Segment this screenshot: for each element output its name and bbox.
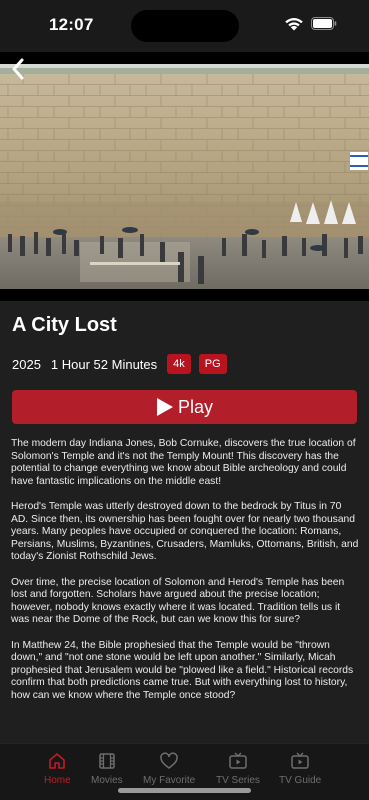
tab-my-favorite[interactable]: My Favorite bbox=[143, 751, 195, 786]
tab-label: My Favorite bbox=[143, 775, 196, 786]
play-button[interactable]: Play bbox=[12, 390, 357, 424]
chevron-left-icon bbox=[12, 58, 24, 80]
status-time: 12:07 bbox=[49, 15, 94, 34]
dynamic-island bbox=[131, 10, 239, 42]
tab-label: TV Guide bbox=[279, 775, 322, 786]
movie-hero-image bbox=[0, 52, 369, 301]
description-paragraph: In Matthew 24, the Bible prophesied that… bbox=[11, 639, 354, 701]
quality-badge: 4k bbox=[167, 354, 191, 374]
movie-year: 2025 bbox=[12, 356, 41, 372]
battery-icon bbox=[311, 17, 337, 30]
description-paragraph: The modern day Indiana Jones, Bob Cornuk… bbox=[11, 438, 356, 487]
rating-badge: PG bbox=[198, 354, 227, 374]
play-icon bbox=[156, 398, 173, 416]
tab-tv-guide[interactable]: TV Guide bbox=[279, 751, 321, 786]
tab-label: Home bbox=[44, 775, 71, 786]
heart-icon bbox=[160, 752, 178, 769]
wifi-icon bbox=[285, 18, 303, 31]
tab-home[interactable]: Home bbox=[44, 751, 71, 786]
movie-description: The modern day Indiana Jones, Bob Cornuk… bbox=[11, 438, 359, 715]
tab-movies[interactable]: Movies bbox=[91, 751, 123, 786]
tv-series-icon bbox=[229, 752, 247, 769]
description-paragraph: Over time, the precise location of Solom… bbox=[11, 576, 345, 626]
back-button[interactable] bbox=[4, 55, 32, 83]
play-label: Play bbox=[177, 396, 213, 417]
movie-title: A City Lost bbox=[12, 314, 117, 336]
film-icon bbox=[99, 753, 115, 769]
movie-duration: 1 Hour 52 Minutes bbox=[50, 356, 158, 372]
tv-guide-icon bbox=[291, 752, 309, 769]
home-indicator bbox=[118, 788, 251, 793]
movie-meta: 2025 1 Hour 52 Minutes 4k PG bbox=[12, 353, 235, 375]
tab-label: TV Series bbox=[216, 775, 260, 786]
status-bar: 12:07 bbox=[0, 0, 369, 52]
description-paragraph: Herod's Temple was utterly destroyed dow… bbox=[11, 500, 359, 563]
tab-tv-series[interactable]: TV Series bbox=[216, 751, 260, 786]
tab-label: Movies bbox=[91, 775, 123, 786]
home-icon bbox=[49, 753, 66, 769]
